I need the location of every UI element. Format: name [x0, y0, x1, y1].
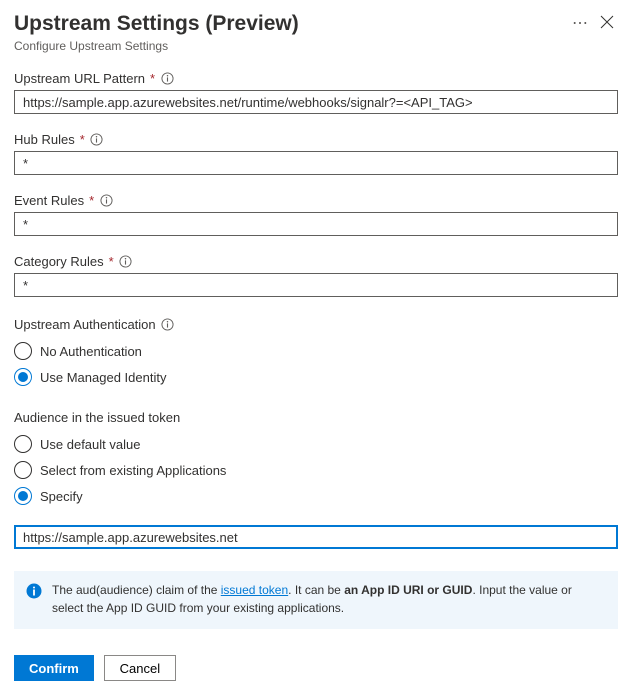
auth-radio-managed[interactable]: Use Managed Identity — [14, 364, 618, 390]
audience-radio-existing[interactable]: Select from existing Applications — [14, 457, 618, 483]
close-button[interactable] — [596, 10, 618, 38]
radio-icon — [14, 435, 32, 453]
radio-label: Specify — [40, 489, 83, 504]
required-mark: * — [109, 254, 114, 269]
event-rules-input[interactable] — [14, 212, 618, 236]
more-button[interactable]: ⋯ — [564, 10, 596, 38]
cancel-button[interactable]: Cancel — [104, 655, 176, 681]
event-rules-label: Event Rules — [14, 193, 84, 208]
info-icon[interactable] — [160, 72, 174, 86]
radio-icon — [14, 461, 32, 479]
info-icon[interactable] — [119, 255, 133, 269]
url-pattern-label: Upstream URL Pattern — [14, 71, 145, 86]
page-subtitle: Configure Upstream Settings — [14, 39, 558, 53]
info-icon[interactable] — [90, 133, 104, 147]
info-icon — [26, 583, 42, 617]
radio-icon — [14, 368, 32, 386]
auth-radio-none[interactable]: No Authentication — [14, 338, 618, 364]
radio-label: Select from existing Applications — [40, 463, 226, 478]
info-box-text: The aud(audience) claim of the issued to… — [52, 581, 606, 617]
confirm-button[interactable]: Confirm — [14, 655, 94, 681]
radio-icon — [14, 487, 32, 505]
close-icon — [600, 14, 614, 33]
hub-rules-label: Hub Rules — [14, 132, 75, 147]
specify-audience-input[interactable] — [14, 525, 618, 549]
ellipsis-icon: ⋯ — [572, 15, 588, 32]
hub-rules-input[interactable] — [14, 151, 618, 175]
category-rules-label: Category Rules — [14, 254, 104, 269]
audience-radio-default[interactable]: Use default value — [14, 431, 618, 457]
required-mark: * — [89, 193, 94, 208]
info-icon[interactable] — [161, 318, 175, 332]
info-icon[interactable] — [99, 194, 113, 208]
auth-label: Upstream Authentication — [14, 317, 156, 332]
issued-token-link[interactable]: issued token — [221, 583, 288, 597]
info-text-bold: an App ID URI or GUID — [344, 583, 472, 597]
audience-label: Audience in the issued token — [14, 410, 180, 425]
category-rules-input[interactable] — [14, 273, 618, 297]
required-mark: * — [150, 71, 155, 86]
url-pattern-input[interactable] — [14, 90, 618, 114]
info-text-pre: The aud(audience) claim of the — [52, 583, 221, 597]
auth-radio-group: No Authentication Use Managed Identity — [14, 338, 618, 390]
radio-icon — [14, 342, 32, 360]
info-text-mid: . It can be — [288, 583, 344, 597]
audience-radio-group: Use default value Select from existing A… — [14, 431, 618, 509]
radio-label: Use Managed Identity — [40, 370, 166, 385]
required-mark: * — [80, 132, 85, 147]
audience-radio-specify[interactable]: Specify — [14, 483, 618, 509]
page-title: Upstream Settings (Preview) — [14, 10, 558, 37]
radio-label: Use default value — [40, 437, 140, 452]
radio-label: No Authentication — [40, 344, 142, 359]
info-box: The aud(audience) claim of the issued to… — [14, 571, 618, 629]
